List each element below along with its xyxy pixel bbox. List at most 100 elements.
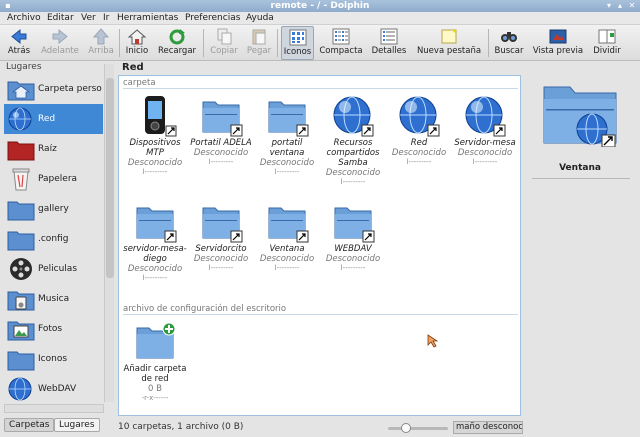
place-label: Raíz <box>38 144 57 154</box>
menu-archivo[interactable]: Archivo <box>7 12 41 25</box>
new-tab-label: Nueva pestaña <box>416 46 482 56</box>
place-label: Iconos <box>38 354 68 364</box>
status-text: 10 carpetas, 1 archivo (0 B) <box>118 422 244 432</box>
place-photos[interactable]: Fotos <box>4 314 103 344</box>
window-title: remote - / - Dolphin <box>270 1 370 11</box>
file-item-dispositivos-mtp[interactable]: Dispositivos MTP Desconocido l--------- <box>123 94 187 177</box>
menu-ver[interactable]: Ver <box>81 12 96 25</box>
file-permissions: -r-x------ <box>141 394 169 402</box>
place-config[interactable]: .config <box>4 224 103 254</box>
minimize-icon[interactable]: ▾ <box>604 1 614 11</box>
file-item-webdav[interactable]: WEBDAV Desconocido l--------- <box>321 200 385 273</box>
home-folder-icon <box>7 77 35 101</box>
back-label: Atrás <box>7 46 31 56</box>
trash-icon <box>7 167 35 191</box>
search-button[interactable]: Buscar <box>492 26 526 60</box>
file-item-ventana[interactable]: Ventana Desconocido l--------- <box>255 200 319 273</box>
home-button[interactable]: Inicio <box>123 26 151 60</box>
file-item-servidorcito[interactable]: Servidorcito Desconocido l--------- <box>189 200 253 273</box>
maximize-icon[interactable]: ▴ <box>615 1 625 11</box>
place-webdav[interactable]: WebDAV <box>4 374 103 404</box>
free-space-indicator: maño desconoci <box>453 421 523 434</box>
icons-view-label: Iconos <box>283 47 312 57</box>
file-name: portatil ventana <box>269 138 305 158</box>
file-name: Servidorcito <box>195 244 247 254</box>
menu-ayuda[interactable]: Ayuda <box>246 12 274 25</box>
icons-view-button[interactable]: Iconos <box>281 26 314 60</box>
arrow-up-icon <box>92 28 110 45</box>
details-view-button[interactable]: Detalles <box>368 26 410 60</box>
place-icons[interactable]: Iconos <box>4 344 103 374</box>
menu-ir[interactable]: Ir <box>103 12 109 25</box>
place-label: gallery <box>38 204 69 214</box>
window-titlebar[interactable]: ▪ remote - / - Dolphin ▾ ▴ ✕ <box>0 0 640 12</box>
copy-label: Copiar <box>210 46 238 56</box>
file-item-recursos-samba[interactable]: Recursos compartidos Samba Desconocido l… <box>321 94 385 187</box>
split-label: Dividir <box>593 46 621 56</box>
menu-editar[interactable]: Editar <box>47 12 74 25</box>
file-item-portatil-adela[interactable]: Portatil ADELA Desconocido l--------- <box>189 94 253 167</box>
place-trash[interactable]: Papelera <box>4 164 103 194</box>
places-header: Lugares <box>6 62 42 72</box>
preview-button[interactable]: Vista previa <box>530 26 586 60</box>
close-icon[interactable]: ✕ <box>627 1 637 11</box>
copy-button[interactable]: Copiar <box>207 26 241 60</box>
file-item-portatil-ventana[interactable]: portatil ventana Desconocido l--------- <box>255 94 319 177</box>
zoom-slider-knob[interactable] <box>401 423 411 433</box>
menu-herramientas[interactable]: Herramientas <box>117 12 178 25</box>
file-type: Desconocido <box>193 148 249 158</box>
network-folder-icon <box>331 200 375 244</box>
place-home[interactable]: Carpeta personal <box>4 74 103 104</box>
file-name: Dispositivos MTP <box>129 138 181 158</box>
mtp-device-icon <box>133 94 177 138</box>
places-horizontal-scrollbar[interactable] <box>4 404 104 413</box>
zoom-slider[interactable] <box>388 423 448 433</box>
file-permissions: l--------- <box>208 264 234 272</box>
network-globe-icon <box>397 94 441 138</box>
file-item-servidor-mesa-diego[interactable]: servidor-mesa-diego Desconocido l-------… <box>123 200 187 283</box>
file-permissions: l--------- <box>208 158 234 166</box>
preview-folder-icon <box>543 86 617 147</box>
place-label: .config <box>38 234 69 244</box>
up-button[interactable]: Arriba <box>86 26 116 60</box>
file-permissions: l--------- <box>340 178 366 186</box>
search-label: Buscar <box>494 46 524 56</box>
split-button[interactable]: Dividir <box>590 26 624 60</box>
network-globe-icon <box>463 94 507 138</box>
scrollbar-thumb[interactable] <box>106 78 114 278</box>
menu-preferencias[interactable]: Preferencias <box>185 12 240 25</box>
reload-button[interactable]: Recargar <box>155 26 199 60</box>
place-gallery[interactable]: gallery <box>4 194 103 224</box>
network-folder-icon <box>199 200 243 244</box>
place-network[interactable]: Red <box>4 104 103 134</box>
place-label: Fotos <box>38 324 63 334</box>
information-panel: Ventana <box>524 61 640 421</box>
file-permissions: l--------- <box>274 264 300 272</box>
file-item-add-network-folder[interactable]: Añadir carpeta de red 0 B -r-x------ <box>123 320 187 403</box>
pictures-folder-icon <box>7 317 35 341</box>
reload-label: Recargar <box>157 46 197 56</box>
arrow-right-icon <box>51 28 69 45</box>
network-folder-icon <box>199 94 243 138</box>
places-vertical-scrollbar[interactable] <box>104 64 114 402</box>
file-view[interactable]: carpeta Dispositivos MTP Desconocido l--… <box>118 75 521 416</box>
file-type: Desconocido <box>193 254 249 264</box>
group-header-folder: carpeta <box>123 78 156 88</box>
place-label: Red <box>38 114 56 124</box>
place-movies[interactable]: Peliculas <box>4 254 103 284</box>
file-name: Recursos compartidos Samba <box>326 138 380 168</box>
file-type: Desconocido <box>127 264 183 274</box>
file-item-servidor-mesa[interactable]: Servidor-mesa Desconocido l--------- <box>453 94 517 167</box>
place-music[interactable]: Musica <box>4 284 103 314</box>
forward-button[interactable]: Adelante <box>38 26 82 60</box>
new-tab-icon <box>440 28 458 45</box>
compact-view-button[interactable]: Compacta <box>318 26 364 60</box>
back-button[interactable]: Atrás <box>4 26 34 60</box>
new-tab-button[interactable]: Nueva pestaña <box>414 26 484 60</box>
place-root[interactable]: Raíz <box>4 134 103 164</box>
paste-button[interactable]: Pegar <box>244 26 274 60</box>
status-bar: 10 carpetas, 1 archivo (0 B) <box>0 420 640 437</box>
location-label: Red <box>122 62 144 73</box>
folder-icon <box>7 197 35 221</box>
file-item-red[interactable]: Red Desconocido l--------- <box>387 94 451 167</box>
